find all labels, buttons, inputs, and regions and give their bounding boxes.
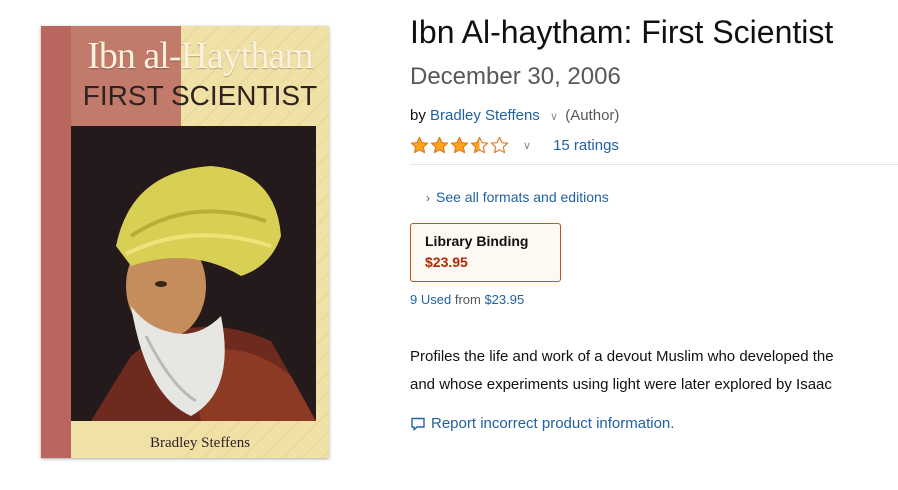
star-icon bbox=[450, 136, 469, 153]
star-icon bbox=[470, 136, 489, 153]
used-price-link[interactable]: $23.95 bbox=[484, 292, 524, 307]
star-rating[interactable] bbox=[410, 136, 509, 155]
format-name: Library Binding bbox=[425, 233, 529, 249]
product-title: Ibn Al-haytham: First Scientist bbox=[410, 14, 834, 50]
byline: by Bradley Steffens ∨ (Author) bbox=[410, 107, 619, 124]
report-incorrect-info-link[interactable]: Report incorrect product information. bbox=[410, 415, 674, 432]
description-line-2: and whose experiments using light were l… bbox=[410, 376, 832, 393]
formats-label: See all formats and editions bbox=[436, 189, 609, 205]
see-all-formats-link[interactable]: › See all formats and editions bbox=[426, 189, 609, 205]
ratings-count-link[interactable]: 15 ratings bbox=[553, 137, 619, 154]
publication-date: December 30, 2006 bbox=[410, 63, 621, 90]
description-line-1: Profiles the life and work of a devout M… bbox=[410, 348, 834, 365]
cover-title-line2: FIRST SCIENTIST bbox=[82, 80, 318, 111]
book-cover-image[interactable]: Ibn al-Haytham FIRST SCIENTIST Bradley S… bbox=[41, 26, 329, 458]
author-link[interactable]: Bradley Steffens bbox=[430, 107, 540, 124]
chevron-down-icon[interactable]: ∨ bbox=[550, 111, 558, 123]
used-offers: 9 Used from $23.95 bbox=[410, 292, 524, 307]
caret-right-icon: › bbox=[426, 191, 430, 205]
ratings-row: ∨ 15 ratings bbox=[410, 133, 619, 157]
cover-title-line1: Ibn al-Haytham bbox=[87, 35, 314, 77]
used-count-link[interactable]: 9 Used bbox=[410, 292, 451, 307]
star-icon bbox=[490, 136, 509, 153]
used-from-label: from bbox=[454, 292, 481, 307]
chevron-down-icon[interactable]: ∨ bbox=[523, 139, 531, 152]
report-label: Report incorrect product information. bbox=[431, 415, 675, 432]
product-description: Profiles the life and work of a devout M… bbox=[410, 343, 898, 399]
author-role: (Author) bbox=[565, 107, 620, 124]
format-option-library-binding[interactable]: Library Binding $23.95 bbox=[410, 223, 561, 282]
cover-left-strip bbox=[41, 26, 71, 458]
star-icon bbox=[430, 136, 449, 153]
format-price: $23.95 bbox=[425, 254, 468, 270]
divider bbox=[410, 164, 898, 165]
cover-portrait bbox=[71, 126, 316, 421]
by-label: by bbox=[410, 107, 426, 124]
feedback-bubble-icon bbox=[411, 417, 425, 430]
cover-author-name: Bradley Steffens bbox=[149, 435, 251, 451]
star-icon bbox=[410, 136, 429, 153]
